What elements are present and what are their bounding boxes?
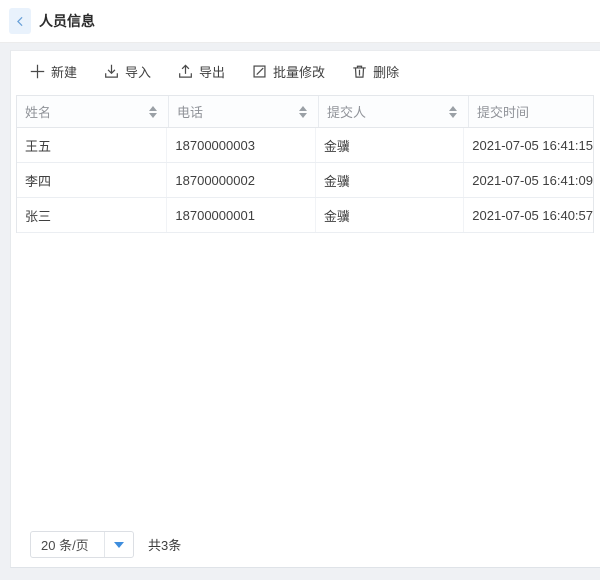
column-header-name[interactable]: 姓名 (17, 96, 169, 127)
page-size-value: 20 条/页 (31, 532, 104, 557)
table-row[interactable]: 张三 18700000001 金骥 2021-07-05 16:40:57 (17, 198, 593, 233)
export-button-label: 导出 (199, 62, 225, 81)
sort-icon[interactable] (149, 106, 157, 118)
cell-submitter: 金骥 (316, 198, 464, 232)
table-row[interactable]: 李四 18700000002 金骥 2021-07-05 16:41:09 (17, 163, 593, 198)
table-row[interactable]: 王五 18700000003 金骥 2021-07-05 16:41:15 (17, 128, 593, 163)
page-title: 人员信息 (39, 0, 95, 42)
sort-icon[interactable] (449, 106, 457, 118)
chevron-left-icon (15, 15, 25, 28)
edit-square-icon (252, 64, 267, 79)
new-button[interactable]: 新建 (30, 62, 77, 81)
cell-name: 王五 (17, 128, 167, 162)
column-header-label: 姓名 (25, 102, 51, 121)
delete-button-label: 删除 (373, 62, 399, 81)
sort-icon[interactable] (299, 106, 307, 118)
pagination-bar: 20 条/页 共3条 (30, 531, 181, 558)
cell-submit-time: 2021-07-05 16:40:57 (464, 198, 593, 232)
batch-edit-button-label: 批量修改 (273, 62, 325, 81)
import-button[interactable]: 导入 (104, 62, 151, 81)
app-window: 人员信息 新建 导入 导出 (0, 0, 600, 580)
column-header-label: 提交人 (327, 102, 366, 121)
cell-phone: 18700000001 (167, 198, 315, 232)
column-header-label: 提交时间 (477, 102, 529, 121)
cell-submit-time: 2021-07-05 16:41:15 (464, 128, 593, 162)
batch-edit-button[interactable]: 批量修改 (252, 62, 325, 81)
column-header-submitter[interactable]: 提交人 (319, 96, 469, 127)
back-button[interactable] (9, 8, 31, 34)
cell-name: 李四 (17, 163, 167, 197)
cell-phone: 18700000003 (167, 128, 315, 162)
table-header-row: 姓名 电话 提交人 提交时间 (17, 96, 593, 128)
cell-name: 张三 (17, 198, 167, 232)
import-icon (104, 64, 119, 79)
cell-submitter: 金骥 (316, 128, 464, 162)
caret-down-icon[interactable] (104, 532, 133, 557)
page-size-select[interactable]: 20 条/页 (30, 531, 134, 558)
column-header-phone[interactable]: 电话 (169, 96, 319, 127)
cell-submitter: 金骥 (316, 163, 464, 197)
delete-button[interactable]: 删除 (352, 62, 399, 81)
top-bar: 人员信息 (0, 0, 600, 43)
column-header-label: 电话 (177, 102, 203, 121)
import-button-label: 导入 (125, 62, 151, 81)
plus-icon (30, 64, 45, 79)
trash-icon (352, 64, 367, 79)
personnel-table: 姓名 电话 提交人 提交时间 王五 18700000003 金骥 (16, 95, 594, 233)
toolbar: 新建 导入 导出 批量修改 (30, 56, 426, 86)
total-count-label: 共3条 (148, 535, 181, 554)
export-button[interactable]: 导出 (178, 62, 225, 81)
new-button-label: 新建 (51, 62, 77, 81)
column-header-submit-time: 提交时间 (469, 96, 593, 127)
export-icon (178, 64, 193, 79)
content-card: 新建 导入 导出 批量修改 (10, 50, 600, 568)
cell-phone: 18700000002 (167, 163, 315, 197)
cell-submit-time: 2021-07-05 16:41:09 (464, 163, 593, 197)
